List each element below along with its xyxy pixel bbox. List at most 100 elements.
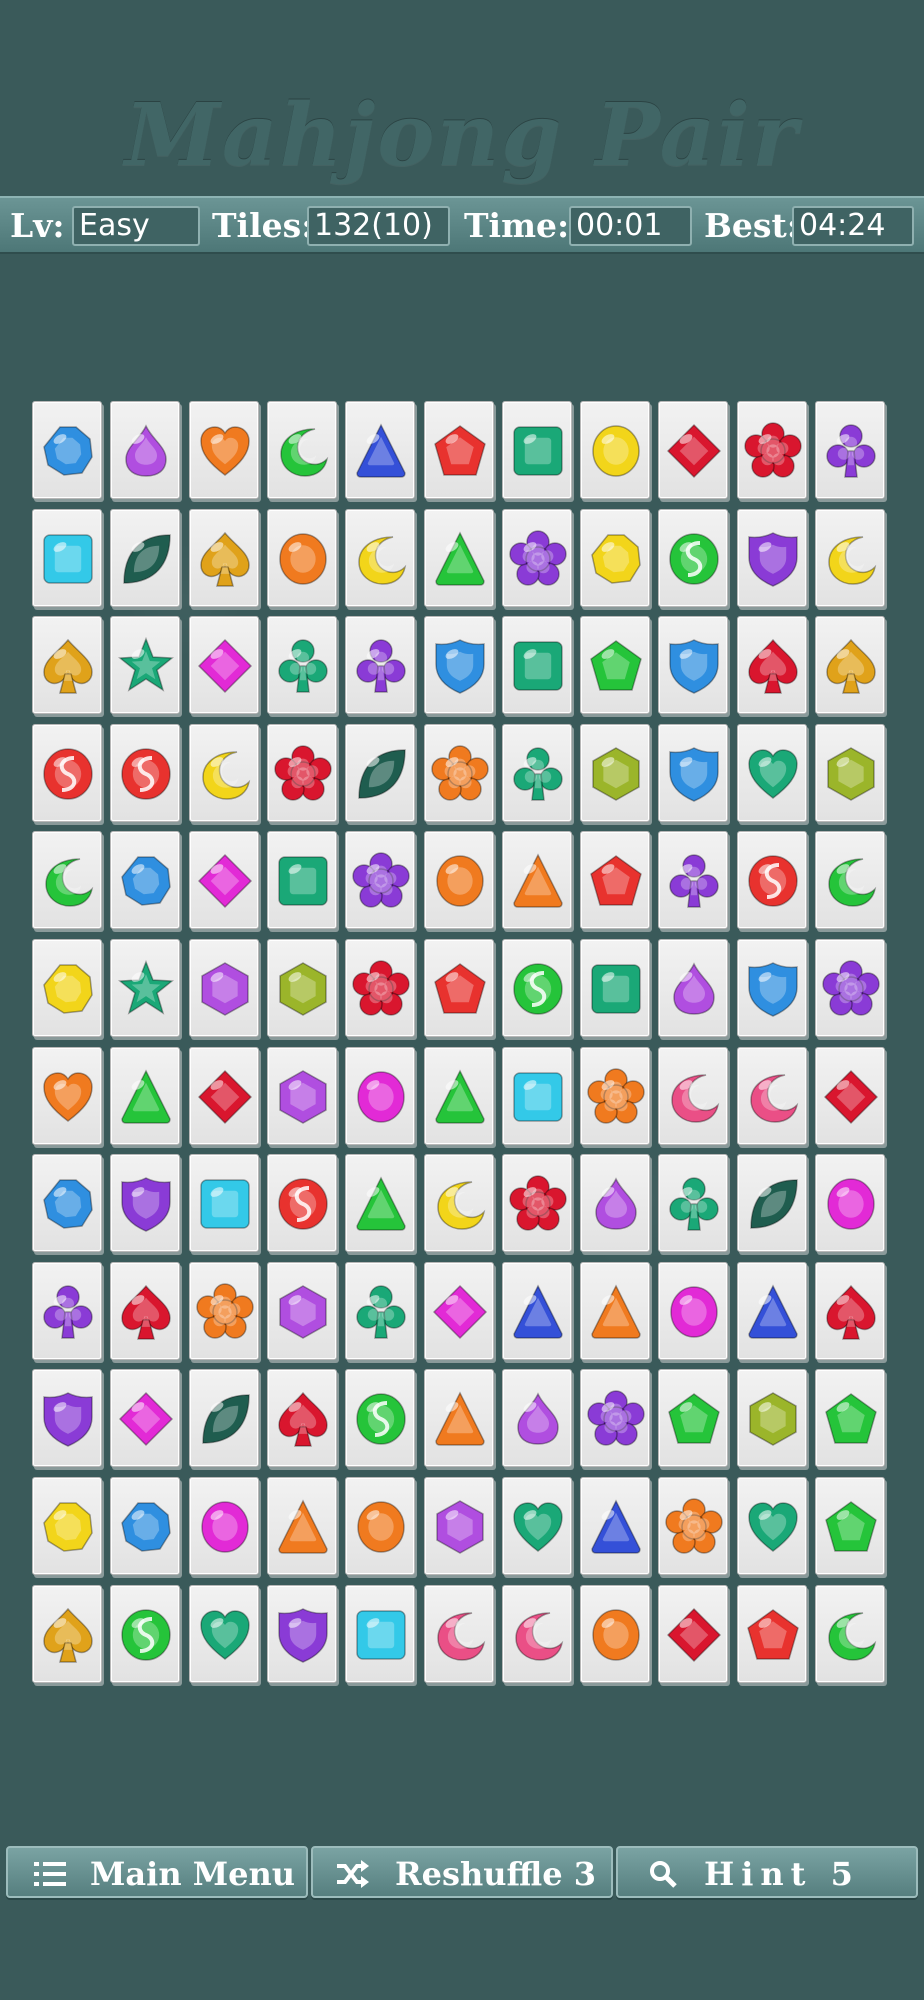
tile-triangle-orange[interactable] (266, 1477, 337, 1575)
main-menu-button[interactable]: Main Menu (6, 1846, 308, 1898)
tile-shield-purple[interactable] (32, 1369, 102, 1468)
tile-diamond-crimson[interactable] (658, 1584, 729, 1683)
tile-triangle-royal[interactable] (736, 1261, 807, 1360)
tile-octagon-blue[interactable] (32, 1154, 102, 1253)
tile-heart-orange[interactable] (32, 1046, 102, 1145)
tile-diamond-magenta[interactable] (188, 616, 259, 715)
tile-pentagon-red[interactable] (423, 939, 494, 1037)
tile-triangle-green[interactable] (345, 1154, 416, 1253)
tile-heart-teal[interactable] (501, 1477, 572, 1575)
tile-swirl-green[interactable] (658, 508, 729, 607)
tile-swirl-red[interactable] (736, 831, 807, 930)
tile-circle-magenta[interactable] (345, 1046, 416, 1145)
tile-square-teal[interactable] (501, 401, 572, 499)
tile-pentagon-green[interactable] (580, 616, 651, 715)
tile-circle-magenta[interactable] (815, 1154, 885, 1253)
tile-spade-gold[interactable] (32, 616, 102, 715)
tile-club-teal[interactable] (266, 616, 337, 715)
tile-swirl-green[interactable] (501, 939, 572, 1037)
tile-circle-orange[interactable] (266, 508, 337, 607)
tile-circle-magenta[interactable] (188, 1477, 259, 1575)
tile-leaf-dark[interactable] (736, 1154, 807, 1253)
tile-club-teal[interactable] (345, 1261, 416, 1360)
tile-circle-orange[interactable] (580, 1584, 651, 1683)
tile-square-cyan[interactable] (188, 1154, 259, 1253)
tile-spade-gold[interactable] (815, 616, 885, 715)
tile-moon-yellow[interactable] (423, 1154, 494, 1253)
tile-spade-crimson[interactable] (266, 1369, 337, 1468)
tile-square-teal[interactable] (266, 831, 337, 930)
tile-pentagon-green[interactable] (815, 1369, 885, 1468)
tile-hexagon-olive[interactable] (580, 723, 651, 822)
tile-triangle-green[interactable] (423, 1046, 494, 1145)
tile-hexagon-olive[interactable] (266, 939, 337, 1037)
tile-diamond-magenta[interactable] (110, 1369, 181, 1468)
tile-hexagon-violet[interactable] (188, 939, 259, 1037)
tile-swirl-green[interactable] (345, 1369, 416, 1468)
tile-circle-orange[interactable] (345, 1477, 416, 1575)
tile-square-cyan[interactable] (501, 1046, 572, 1145)
tile-pentagon-green[interactable] (815, 1477, 885, 1575)
tile-moon-pink[interactable] (423, 1584, 494, 1683)
tile-flower-purple[interactable] (580, 1369, 651, 1468)
tile-hexagon-olive[interactable] (736, 1369, 807, 1468)
tile-spade-crimson[interactable] (110, 1261, 181, 1360)
tile-moon-pink[interactable] (658, 1046, 729, 1145)
tile-triangle-green[interactable] (423, 508, 494, 607)
tile-circle-yellow[interactable] (580, 401, 651, 499)
tile-square-teal[interactable] (580, 939, 651, 1037)
tile-flower-purple[interactable] (815, 939, 885, 1037)
tile-flower-purple[interactable] (345, 831, 416, 930)
tile-diamond-magenta[interactable] (188, 831, 259, 930)
tile-club-purple[interactable] (815, 401, 885, 499)
tile-moon-green[interactable] (815, 831, 885, 930)
tile-moon-yellow[interactable] (188, 723, 259, 822)
tile-diamond-crimson[interactable] (188, 1046, 259, 1145)
tile-hexagon-violet[interactable] (423, 1477, 494, 1575)
tile-triangle-royal[interactable] (501, 1261, 572, 1360)
tile-square-teal[interactable] (501, 616, 572, 715)
tile-shield-purple[interactable] (266, 1584, 337, 1683)
tile-leaf-dark[interactable] (345, 723, 416, 822)
tile-triangle-royal[interactable] (345, 401, 416, 499)
tile-club-purple[interactable] (32, 1261, 102, 1360)
tile-moon-pink[interactable] (736, 1046, 807, 1145)
tile-flower-crimson[interactable] (345, 939, 416, 1037)
tile-flower-orange[interactable] (580, 1046, 651, 1145)
tile-flower-orange[interactable] (423, 723, 494, 822)
tile-pentagon-red[interactable] (580, 831, 651, 930)
tile-octagon-blue[interactable] (32, 401, 102, 499)
tile-shield-blue[interactable] (658, 616, 729, 715)
hint-button[interactable]: Hint 5 (616, 1846, 918, 1898)
tile-octagon-yellow[interactable] (32, 939, 102, 1037)
tile-moon-green[interactable] (266, 401, 337, 499)
tile-spade-gold[interactable] (188, 508, 259, 607)
tile-spade-crimson[interactable] (736, 616, 807, 715)
tile-hexagon-violet[interactable] (266, 1046, 337, 1145)
tile-flower-orange[interactable] (188, 1261, 259, 1360)
tile-square-cyan[interactable] (32, 508, 102, 607)
tile-drop-violet[interactable] (110, 401, 181, 499)
tile-square-cyan[interactable] (345, 1584, 416, 1683)
tile-shield-blue[interactable] (423, 616, 494, 715)
tile-triangle-orange[interactable] (501, 831, 572, 930)
tile-circle-magenta[interactable] (658, 1261, 729, 1360)
tile-diamond-magenta[interactable] (423, 1261, 494, 1360)
tile-pentagon-red[interactable] (736, 1584, 807, 1683)
tile-diamond-crimson[interactable] (658, 401, 729, 499)
tile-swirl-red[interactable] (32, 723, 102, 822)
tile-heart-teal[interactable] (736, 723, 807, 822)
tile-shield-blue[interactable] (658, 723, 729, 822)
tile-club-purple[interactable] (345, 616, 416, 715)
tile-triangle-orange[interactable] (580, 1261, 651, 1360)
tile-hexagon-violet[interactable] (266, 1261, 337, 1360)
tile-octagon-yellow[interactable] (580, 508, 651, 607)
tile-moon-green[interactable] (815, 1584, 885, 1683)
tile-pentagon-red[interactable] (423, 401, 494, 499)
tile-spade-gold[interactable] (32, 1584, 102, 1683)
tile-swirl-green[interactable] (110, 1584, 181, 1683)
tile-flower-purple[interactable] (501, 508, 572, 607)
tile-drop-violet[interactable] (580, 1154, 651, 1253)
tile-hexagon-olive[interactable] (815, 723, 885, 822)
tile-swirl-red[interactable] (266, 1154, 337, 1253)
